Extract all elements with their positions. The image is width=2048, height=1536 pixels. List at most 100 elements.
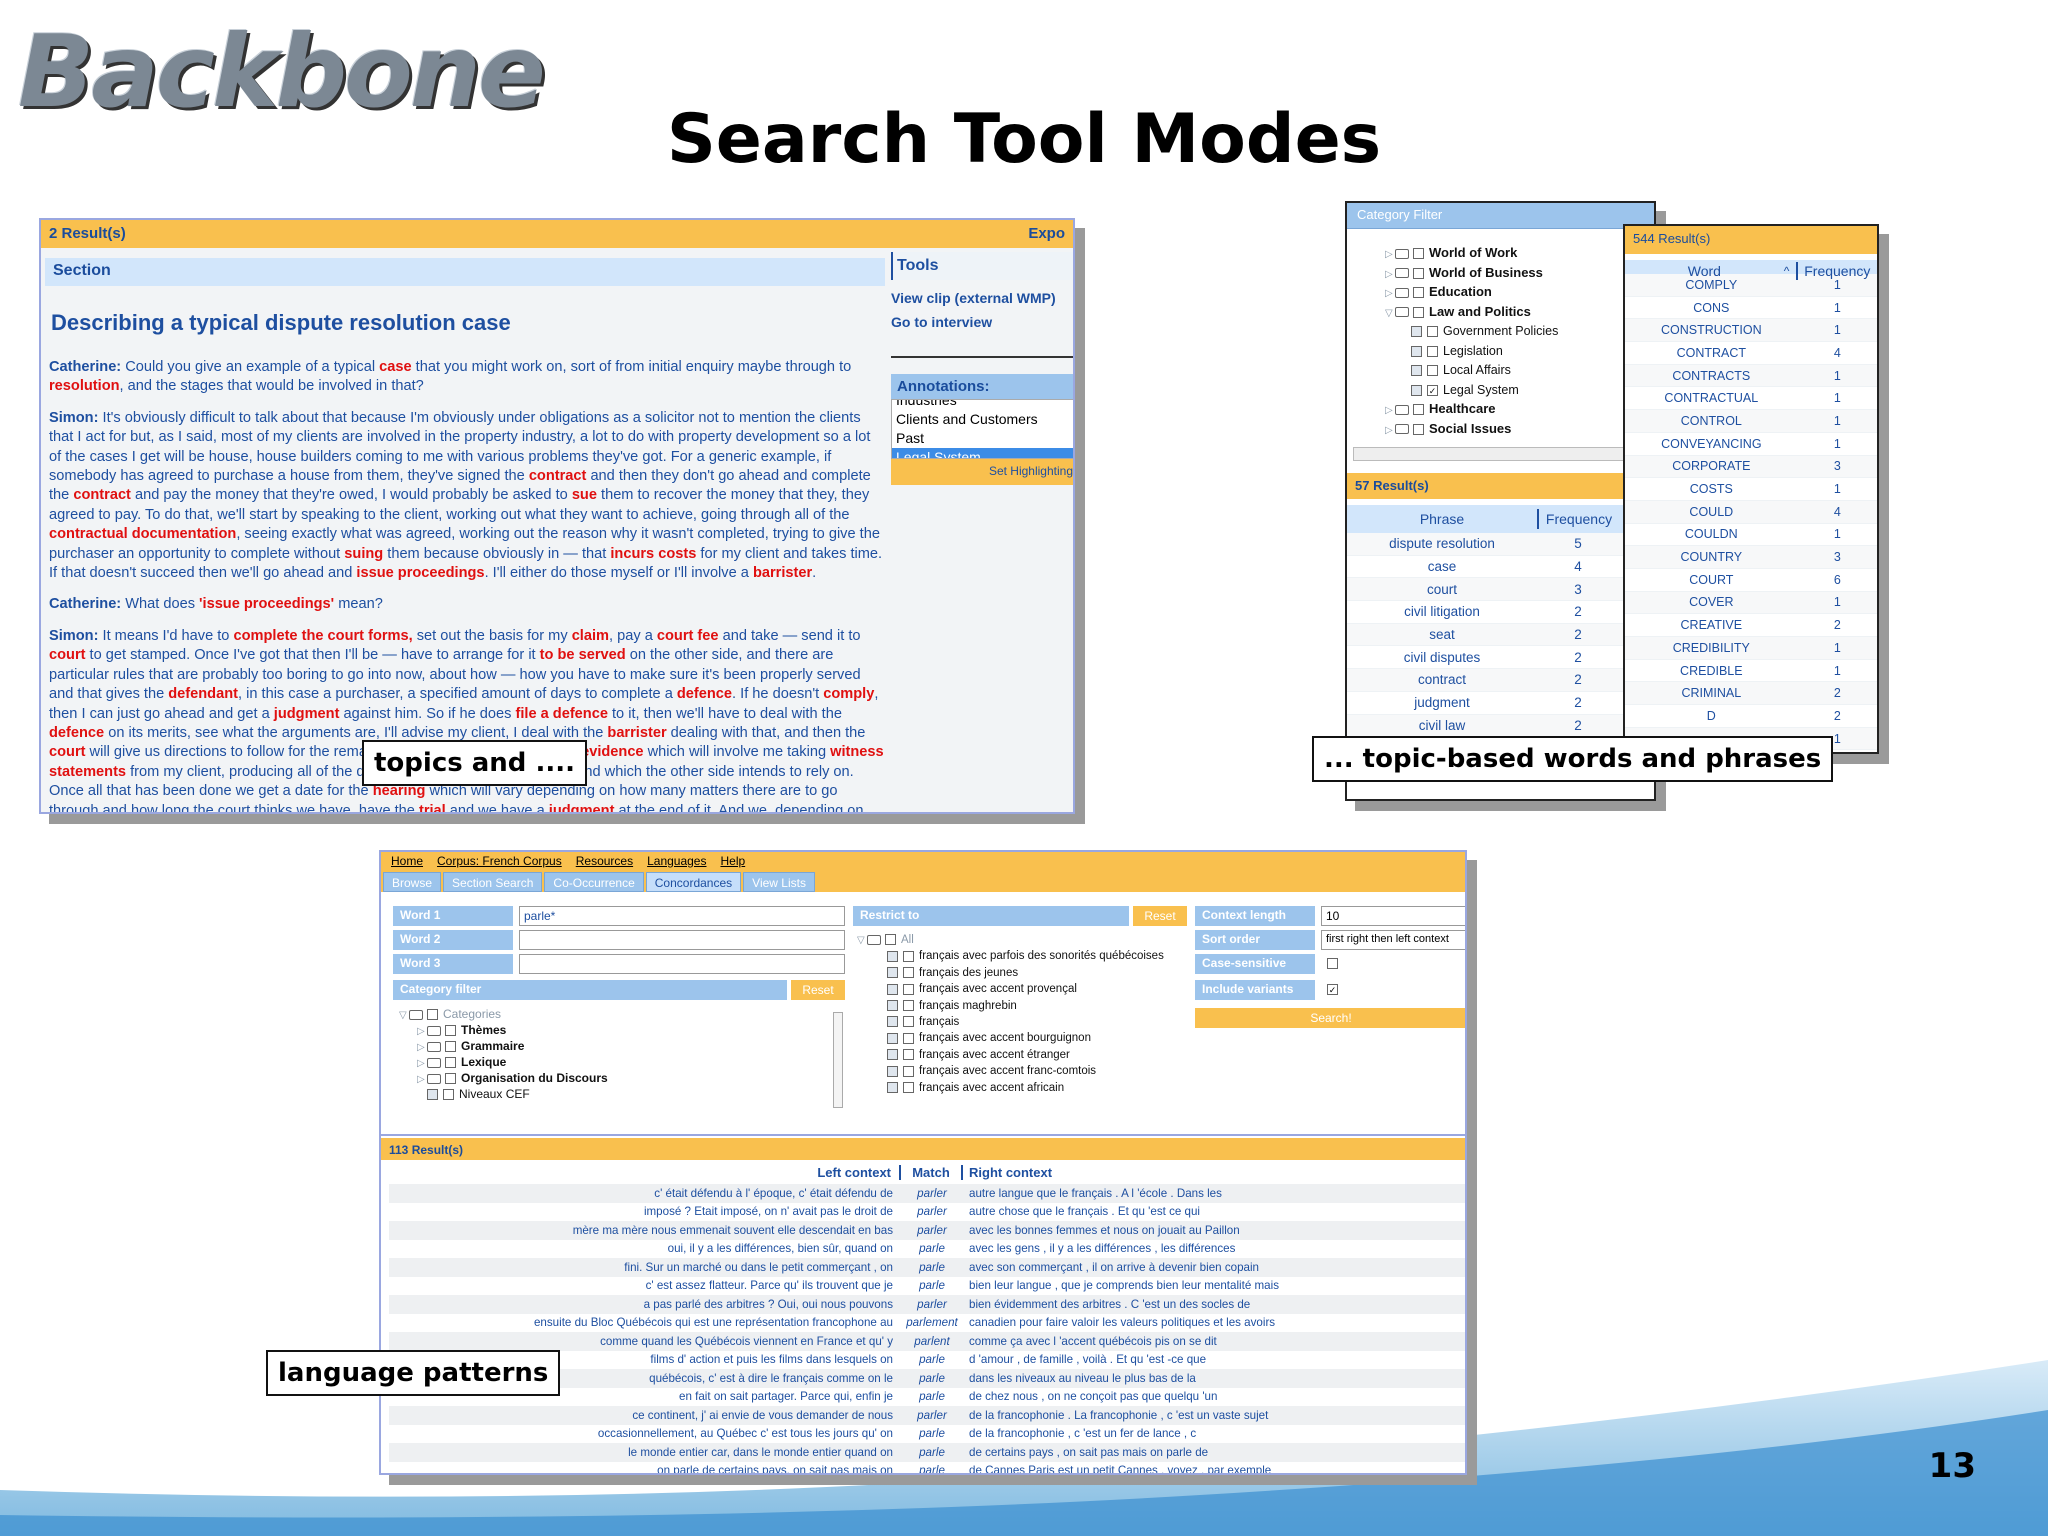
view-clip-link[interactable]: View clip (external WMP) xyxy=(891,290,1073,306)
tab-item[interactable]: Concordances xyxy=(645,872,742,892)
category-item[interactable]: ✓ Legal System xyxy=(1385,380,1654,400)
set-highlighting-button[interactable]: Set Highlighting xyxy=(891,459,1073,485)
tab-item[interactable]: Section Search xyxy=(443,872,543,892)
menu-item[interactable]: Home xyxy=(391,854,423,868)
sort-order-select[interactable]: first right then left context xyxy=(1321,930,1465,950)
menu-item[interactable]: Resources xyxy=(576,854,633,868)
category-item[interactable]: ▷ Social Issues xyxy=(1385,419,1654,439)
restrict-item[interactable]: français xyxy=(857,1014,1187,1030)
category-item[interactable]: Government Policies xyxy=(1385,321,1654,341)
highlighted-term: barrister xyxy=(752,565,813,582)
case-sensitive-checkbox[interactable] xyxy=(1327,958,1338,969)
restrict-checkbox[interactable] xyxy=(903,1049,914,1061)
sort-caret-icon[interactable]: ^ xyxy=(1784,264,1796,278)
category-checkbox[interactable] xyxy=(1427,345,1438,357)
category-checkbox[interactable] xyxy=(1413,248,1424,260)
annotation-item[interactable]: Past xyxy=(892,429,1073,448)
word2-input[interactable] xyxy=(519,930,845,950)
category-checkbox[interactable] xyxy=(445,1025,456,1037)
restrict-checkbox[interactable] xyxy=(903,1081,914,1093)
collapse-icon[interactable]: ▽ xyxy=(857,933,867,949)
category-checkbox[interactable] xyxy=(1413,423,1424,435)
tab-item[interactable]: Browse xyxy=(383,872,442,892)
category-checkbox[interactable] xyxy=(1413,306,1424,318)
restrict-item[interactable]: français des jeunes xyxy=(857,965,1187,981)
category-item[interactable]: Niveaux CEF xyxy=(399,1086,839,1102)
tab-item[interactable]: Co-Occurrence xyxy=(544,872,644,892)
menu-item[interactable]: Corpus: French Corpus xyxy=(437,854,562,868)
restrict-item[interactable]: français avec accent étranger xyxy=(857,1047,1187,1063)
category-item[interactable]: ▷ Education xyxy=(1385,282,1654,302)
collapse-icon[interactable]: ▽ xyxy=(399,1008,409,1024)
annotation-item[interactable]: Industries xyxy=(892,400,1073,410)
include-variants-checkbox[interactable]: ✓ xyxy=(1327,984,1338,995)
restrict-item[interactable]: français avec parfois des sonorités québ… xyxy=(857,948,1187,964)
categories-root[interactable]: ▽ Categories xyxy=(399,1006,839,1022)
restrict-checkbox[interactable] xyxy=(903,1000,914,1012)
restrict-checkbox[interactable] xyxy=(903,967,914,979)
restrict-checkbox[interactable] xyxy=(903,1016,914,1028)
horizontal-scrollbar[interactable] xyxy=(1353,447,1648,461)
category-checkbox[interactable] xyxy=(1427,365,1438,377)
restrict-checkbox[interactable] xyxy=(903,983,914,995)
annotation-item[interactable]: Legal System xyxy=(892,448,1073,458)
category-checkbox[interactable] xyxy=(1413,404,1424,416)
category-item[interactable]: ▷ Grammaire xyxy=(399,1038,839,1054)
category-item[interactable]: ▷ World of Work xyxy=(1385,243,1654,263)
restrict-item[interactable]: français avec accent africain xyxy=(857,1080,1187,1096)
category-filter-screenshot: Category Filter ▷ World of Work ▷ World of … xyxy=(1345,201,1656,801)
export-link[interactable]: Expo xyxy=(1028,225,1065,243)
category-checkbox[interactable] xyxy=(1427,326,1438,338)
category-checkbox[interactable] xyxy=(1413,267,1424,279)
restrict-item[interactable]: français avec accent provençal xyxy=(857,981,1187,997)
expand-icon[interactable]: ▷ xyxy=(1385,421,1395,441)
document-icon xyxy=(887,1032,898,1044)
menu-item[interactable]: Help xyxy=(720,854,745,868)
restrict-tree[interactable]: ▽ All français avec parfois des sonorités … xyxy=(857,932,1187,1096)
go-to-interview-link[interactable]: Go to interview xyxy=(891,314,1073,330)
context-length-input[interactable]: 10 xyxy=(1321,906,1465,926)
category-item[interactable]: ▷ Healthcare xyxy=(1385,399,1654,419)
menu-item[interactable]: Languages xyxy=(647,854,706,868)
expand-icon[interactable]: ▷ xyxy=(1385,245,1395,265)
search-button[interactable]: Search! xyxy=(1195,1008,1465,1028)
restrict-reset-button[interactable]: Reset xyxy=(1133,906,1187,926)
category-item[interactable]: ▷ World of Business xyxy=(1385,263,1654,283)
category-checkbox[interactable] xyxy=(445,1073,456,1085)
restrict-root[interactable]: ▽ All xyxy=(857,932,1187,948)
word1-input[interactable]: parle* xyxy=(519,906,845,926)
category-checkbox[interactable] xyxy=(445,1041,456,1053)
category-reset-button[interactable]: Reset xyxy=(791,980,845,1000)
tab-item[interactable]: View Lists xyxy=(743,872,815,892)
category-item[interactable]: ▽ Law and Politics xyxy=(1385,302,1654,322)
category-item[interactable]: ▷ Organisation du Discours xyxy=(399,1070,839,1086)
restrict-checkbox[interactable] xyxy=(903,1032,914,1044)
category-item[interactable]: ▷ Lexique xyxy=(399,1054,839,1070)
category-item[interactable]: Legislation xyxy=(1385,341,1654,361)
categories-scrollbar[interactable] xyxy=(833,1012,843,1108)
category-checkbox[interactable] xyxy=(445,1057,456,1069)
word-list-screenshot: 544 Result(s) Word ^ Frequency COMPLY 1 CO… xyxy=(1623,224,1879,754)
expand-icon[interactable]: ▷ xyxy=(1385,401,1395,421)
transcript-segment: that you might work on, sort of from ini… xyxy=(411,359,852,375)
document-icon xyxy=(887,967,898,979)
restrict-item[interactable]: français avec accent bourguignon xyxy=(857,1030,1187,1046)
category-checkbox[interactable] xyxy=(427,1009,438,1021)
word3-input[interactable] xyxy=(519,954,845,974)
expand-icon[interactable]: ▽ xyxy=(1385,304,1395,324)
category-checkbox[interactable] xyxy=(1413,287,1424,299)
annotation-item[interactable]: Clients and Customers xyxy=(892,410,1073,429)
restrict-checkbox[interactable] xyxy=(903,950,914,962)
annotations-list[interactable]: Industries Clients and Customers Past Legal… xyxy=(891,399,1073,459)
restrict-item[interactable]: français avec accent franc-comtois xyxy=(857,1063,1187,1079)
restrict-item[interactable]: français maghrebin xyxy=(857,998,1187,1014)
category-checkbox[interactable]: ✓ xyxy=(1427,384,1438,396)
restrict-checkbox[interactable] xyxy=(885,934,896,946)
expand-icon[interactable]: ▷ xyxy=(1385,284,1395,304)
category-item[interactable]: ▷ Thèmes xyxy=(399,1022,839,1038)
category-tree[interactable]: ▷ World of Work ▷ World of Business ▷ Educati… xyxy=(1347,229,1654,443)
categories-tree[interactable]: ▽ Categories ▷ Thèmes ▷ Grammaire ▷ Lexique ▷ Org… xyxy=(399,1006,839,1106)
restrict-checkbox[interactable] xyxy=(903,1065,914,1077)
category-checkbox[interactable] xyxy=(443,1089,454,1101)
category-item[interactable]: Local Affairs xyxy=(1385,360,1654,380)
